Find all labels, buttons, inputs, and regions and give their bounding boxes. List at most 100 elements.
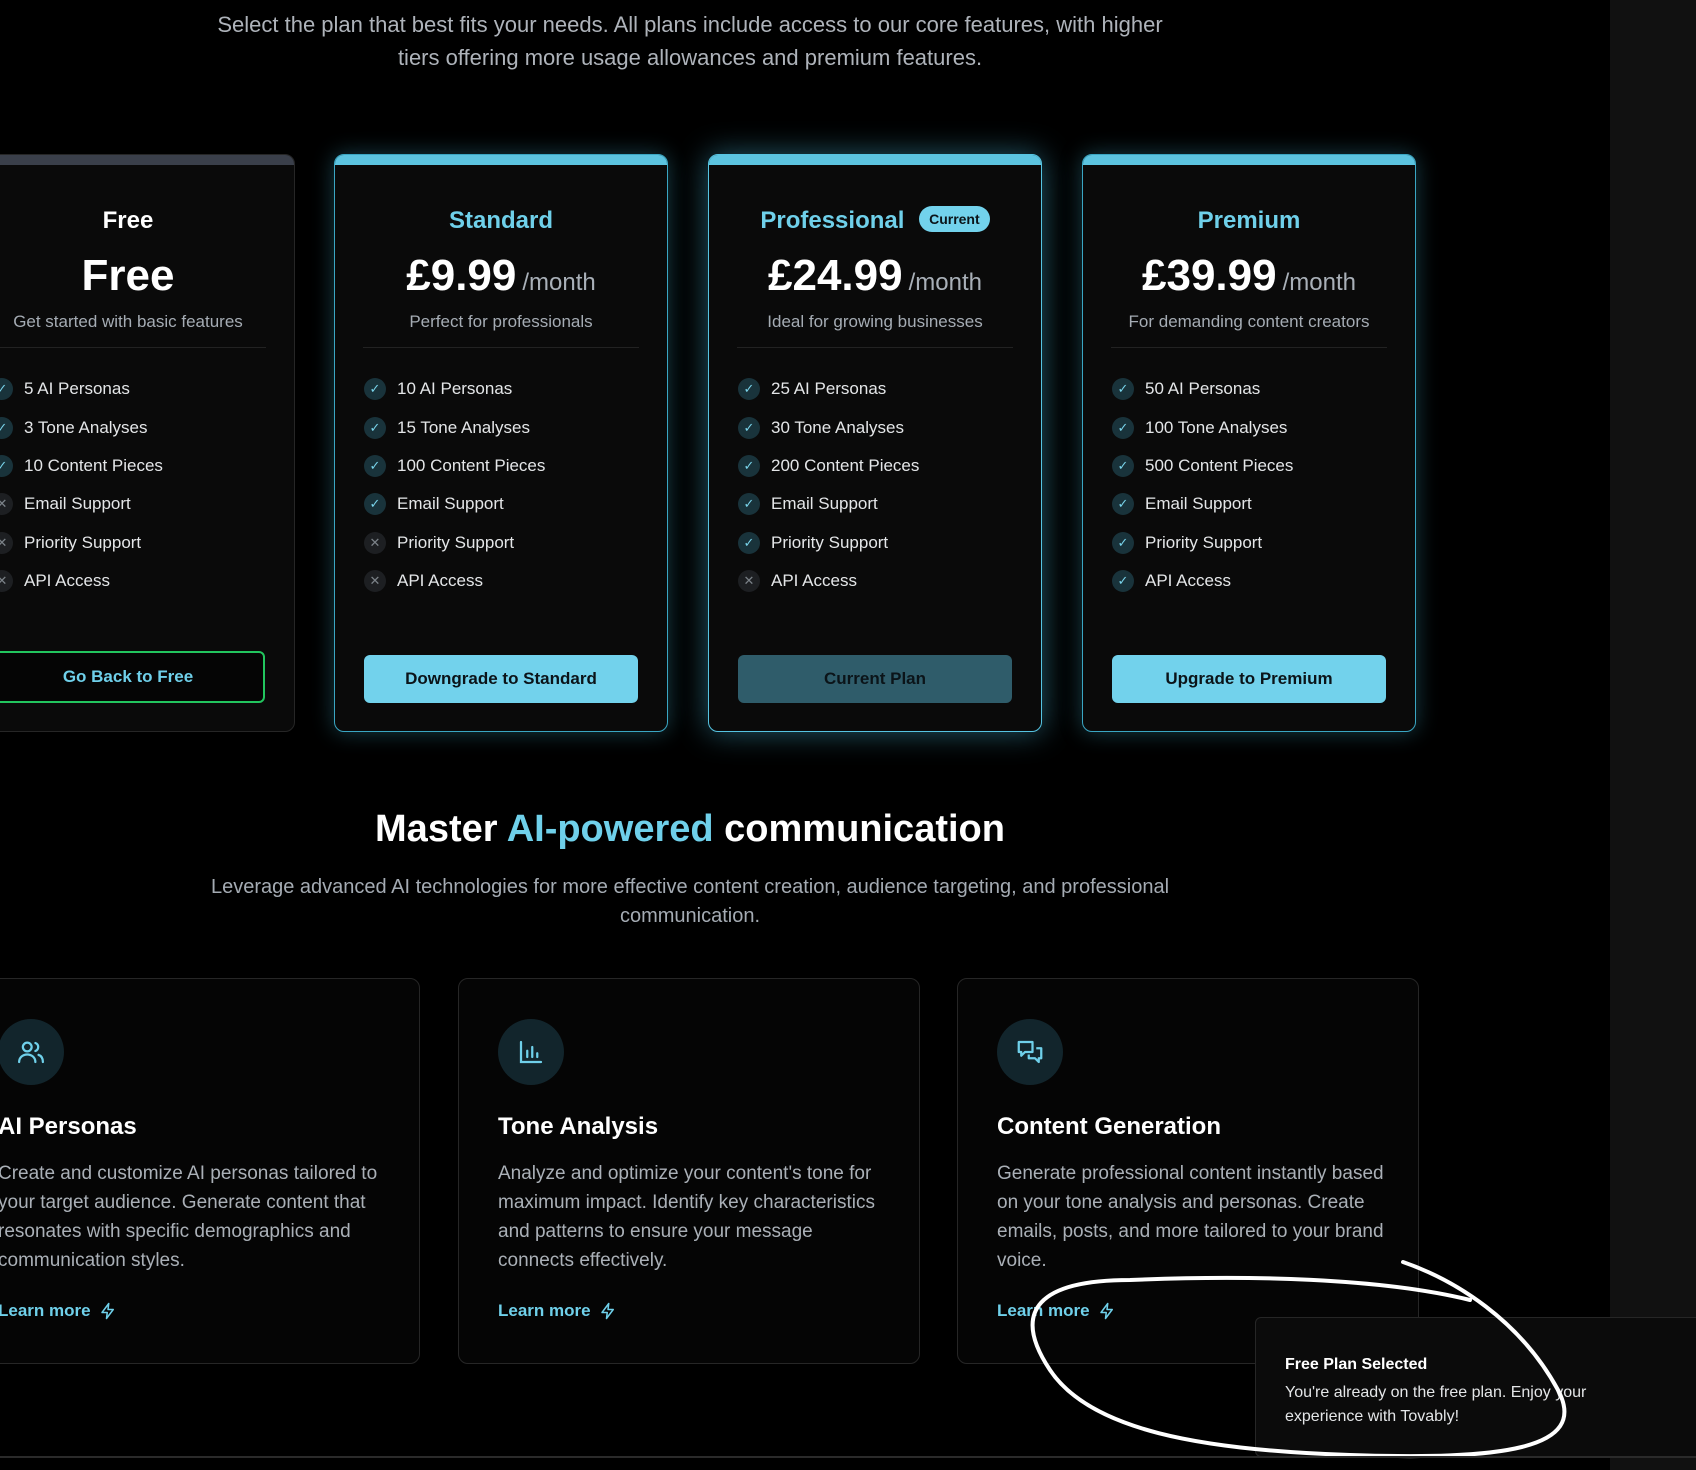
- plan-card-standard: Standard £9.99/month Perfect for profess…: [334, 154, 668, 732]
- learn-more-link[interactable]: Learn more: [498, 1301, 617, 1321]
- x-icon: ✕: [0, 531, 13, 554]
- x-icon: ✕: [0, 570, 13, 593]
- bar-chart-icon: [498, 1019, 564, 1085]
- lightning-icon: [100, 1302, 114, 1320]
- plan-feature-label: Priority Support: [1145, 532, 1263, 552]
- upgrade-to-premium-button[interactable]: Upgrade to Premium: [1112, 655, 1386, 703]
- page-scrollbar-track: [1610, 0, 1696, 1470]
- learn-more-label: Learn more: [997, 1301, 1090, 1320]
- plan-card-topbar: [1083, 155, 1415, 165]
- section-title-post: communication: [713, 808, 1005, 850]
- check-icon: ✓: [738, 454, 760, 477]
- plan-feature-item: ✕ Priority Support: [364, 524, 647, 562]
- plan-feature-label: Priority Support: [24, 532, 142, 552]
- plan-feature-item: ✕ API Access: [0, 562, 274, 600]
- check-icon: ✓: [364, 378, 386, 401]
- plan-price: £39.99/month: [1083, 251, 1415, 301]
- plan-price-amount: Free: [81, 251, 175, 300]
- check-icon: ✓: [364, 454, 386, 477]
- check-icon: ✓: [364, 493, 386, 516]
- plan-card-topbar: [335, 155, 667, 165]
- plan-price-period: /month: [522, 269, 596, 296]
- plan-feature-label: 10 AI Personas: [397, 379, 513, 399]
- plan-name: Premium: [1197, 207, 1301, 234]
- divider: [363, 347, 639, 348]
- plan-feature-item: ✓ 100 Content Pieces: [364, 447, 647, 485]
- x-icon: ✕: [738, 570, 760, 593]
- section-title-pre: Master: [375, 808, 507, 850]
- plan-price: £24.99/month: [709, 251, 1041, 301]
- check-icon: ✓: [0, 378, 13, 401]
- pricing-intro: Select the plan that best fits your need…: [200, 8, 1180, 74]
- plan-feature-label: API Access: [24, 571, 110, 591]
- chat-bubbles-icon: [997, 1019, 1063, 1085]
- plan-feature-label: 10 Content Pieces: [24, 455, 163, 475]
- plan-feature-label: 50 AI Personas: [1145, 379, 1261, 399]
- plan-card-topbar: [709, 155, 1041, 165]
- feature-card-ai-personas: AI Personas Create and customize AI pers…: [0, 978, 420, 1364]
- plan-feature-item: ✓ 15 Tone Analyses: [364, 408, 647, 446]
- go-back-to-free-button[interactable]: Go Back to Free: [0, 651, 265, 703]
- plan-feature-item: ✓ Email Support: [364, 485, 647, 523]
- divider: [1111, 347, 1387, 348]
- feature-description: Generate professional content instantly …: [997, 1163, 1384, 1271]
- plan-feature-label: 15 Tone Analyses: [397, 417, 530, 437]
- plan-feature-list: ✓ 5 AI Personas ✓ 3 Tone Analyses ✓ 10 Conten…: [0, 370, 274, 600]
- plan-description: Get started with basic features: [13, 312, 243, 331]
- feature-title: Tone Analysis: [498, 1113, 659, 1140]
- feature-title: AI Personas: [0, 1113, 137, 1140]
- check-icon: ✓: [1112, 570, 1134, 593]
- plan-feature-label: Email Support: [24, 494, 131, 514]
- plan-feature-item: ✓ Email Support: [1112, 485, 1395, 523]
- check-icon: ✓: [364, 416, 386, 439]
- section-subtitle-line2: communication.: [619, 905, 761, 927]
- feature-description: Analyze and optimize your content's tone…: [498, 1163, 875, 1271]
- plan-feature-item: ✓ 5 AI Personas: [0, 370, 274, 408]
- plan-feature-item: ✓ 10 Content Pieces: [0, 447, 274, 485]
- plan-description: For demanding content creators: [1128, 312, 1370, 331]
- plan-feature-label: Email Support: [771, 494, 878, 514]
- learn-more-label: Learn more: [0, 1301, 91, 1320]
- plan-feature-item: ✓ 200 Content Pieces: [738, 447, 1021, 485]
- check-icon: ✓: [738, 531, 760, 554]
- plan-feature-label: 200 Content Pieces: [771, 455, 920, 475]
- plan-feature-item: ✕ API Access: [738, 562, 1021, 600]
- learn-more-link[interactable]: Learn more: [0, 1301, 117, 1321]
- plan-feature-item: ✓ 30 Tone Analyses: [738, 408, 1021, 446]
- lightning-icon: [600, 1302, 614, 1320]
- plan-feature-label: Priority Support: [771, 532, 889, 552]
- plan-description: Perfect for professionals: [409, 312, 593, 331]
- learn-more-link[interactable]: Learn more: [997, 1301, 1116, 1321]
- lightning-icon: [1099, 1302, 1113, 1320]
- plan-description: Ideal for growing businesses: [767, 312, 983, 331]
- check-icon: ✓: [1112, 378, 1134, 401]
- plan-feature-item: ✓ 100 Tone Analyses: [1112, 408, 1395, 446]
- plan-feature-label: 100 Tone Analyses: [1145, 417, 1288, 437]
- check-icon: ✓: [1112, 454, 1134, 477]
- plan-feature-label: 25 AI Personas: [771, 379, 887, 399]
- plan-feature-label: API Access: [771, 571, 857, 591]
- divider: [0, 1456, 1696, 1458]
- plan-price-amount: £39.99: [1142, 251, 1277, 300]
- plan-feature-item: ✓ Priority Support: [738, 524, 1021, 562]
- feature-card-content-generation: Content Generation Generate professional…: [957, 978, 1419, 1364]
- section-title: Master AI-powered communication: [200, 808, 1180, 851]
- section-title-accent: AI-powered: [506, 808, 714, 850]
- feature-title: Content Generation: [997, 1113, 1222, 1140]
- plan-feature-item: ✓ Priority Support: [1112, 524, 1395, 562]
- plan-card-topbar: [0, 155, 294, 165]
- check-icon: ✓: [738, 493, 760, 516]
- check-icon: ✓: [0, 416, 13, 439]
- plan-name: Free: [102, 207, 154, 234]
- feature-description: Create and customize AI personas tailore…: [0, 1163, 378, 1271]
- plan-price: Free: [0, 251, 294, 301]
- plan-feature-item: ✕ API Access: [364, 562, 647, 600]
- toast-notification[interactable]: Free Plan Selected You're already on the…: [1255, 1317, 1696, 1457]
- current-plan-button[interactable]: Current Plan: [738, 655, 1012, 703]
- downgrade-to-standard-button[interactable]: Downgrade to Standard: [364, 655, 638, 703]
- pricing-intro-line2: tiers offering more usage allowances and…: [397, 45, 983, 70]
- users-icon: [0, 1019, 64, 1085]
- x-icon: ✕: [0, 493, 13, 516]
- plan-feature-label: Priority Support: [397, 532, 515, 552]
- plan-feature-list: ✓ 25 AI Personas ✓ 30 Tone Analyses ✓ 200 Con…: [738, 370, 1021, 600]
